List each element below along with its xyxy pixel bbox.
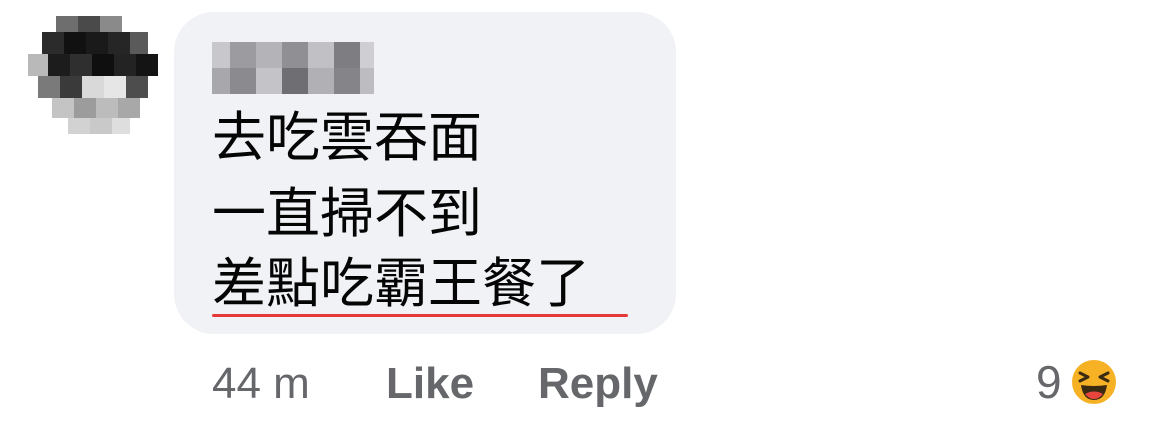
- avatar[interactable]: [28, 16, 162, 134]
- author-name[interactable]: [212, 42, 374, 94]
- like-button[interactable]: Like: [386, 356, 474, 412]
- author-name-pixelated: [212, 42, 374, 94]
- reaction-count: 9: [1036, 356, 1062, 408]
- reaction-summary[interactable]: 9: [1036, 352, 1120, 412]
- comment-text-line: 去吃雲吞面: [212, 106, 482, 169]
- comment-text-line: 差點吃霸王餐了: [212, 252, 590, 315]
- haha-emoji-icon: [1068, 356, 1120, 408]
- red-underline: [212, 314, 628, 317]
- comment-timestamp[interactable]: 44 m: [212, 356, 310, 412]
- comment-text-line: 一直掃不到: [212, 182, 482, 245]
- reply-button[interactable]: Reply: [538, 356, 658, 412]
